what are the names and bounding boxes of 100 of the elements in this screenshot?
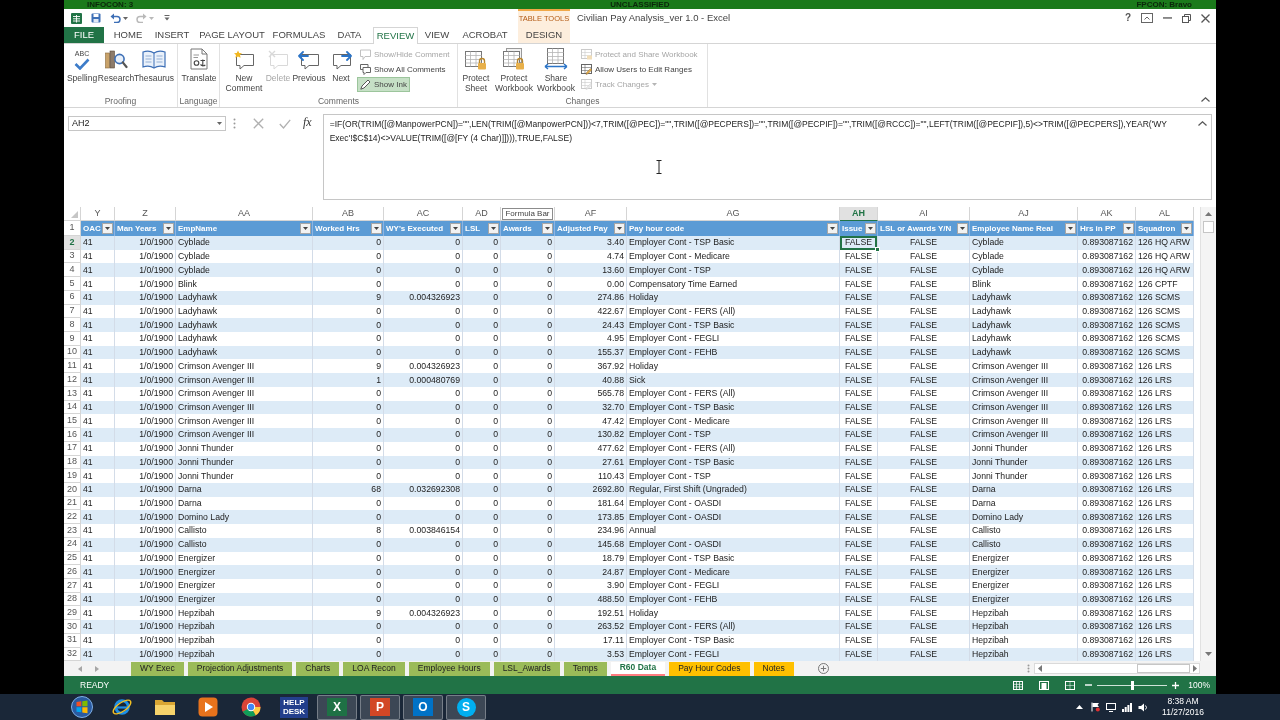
caret-down-icon[interactable] — [960, 227, 965, 230]
column-letter[interactable]: AD — [463, 207, 501, 221]
filter-button[interactable] — [102, 223, 113, 234]
ribbon-tab[interactable]: INSERT — [152, 27, 192, 43]
vertical-scrollbar[interactable] — [1200, 207, 1216, 661]
row-number[interactable]: 11 — [64, 359, 81, 374]
ribbon-button[interactable]: Protect Workbook — [493, 44, 535, 94]
column-letter[interactable]: AJ — [970, 207, 1078, 221]
column-letter[interactable]: AI — [878, 207, 970, 221]
row-number[interactable]: 29 — [64, 606, 81, 621]
ribbon-button[interactable]: Research — [99, 44, 133, 94]
close-icon[interactable] — [1201, 13, 1210, 23]
sheet-lock-icon[interactable] — [464, 48, 488, 70]
caret-up-icon[interactable] — [1076, 705, 1084, 709]
splitter-dots-icon[interactable] — [1027, 664, 1030, 673]
row-number[interactable]: 12 — [64, 373, 81, 387]
insert-function-button[interactable]: fx — [303, 115, 312, 129]
filter-button[interactable] — [371, 223, 382, 234]
caret-down-icon[interactable] — [123, 16, 128, 20]
customize-toolbar-icon[interactable] — [164, 15, 170, 21]
row-number[interactable]: 15 — [64, 414, 81, 429]
scroll-up-icon[interactable] — [1205, 212, 1212, 216]
scroll-right-icon[interactable] — [1193, 665, 1197, 672]
row-number[interactable]: 5 — [64, 277, 81, 291]
sheet-tab[interactable]: Employee Hours — [408, 661, 490, 676]
filter-button[interactable] — [488, 223, 499, 234]
filter-button[interactable] — [163, 223, 174, 234]
spreadsheet-app-icon[interactable] — [71, 12, 82, 24]
scroll-left-icon[interactable] — [1038, 665, 1042, 672]
drag-handle-icon[interactable] — [233, 118, 236, 129]
ribbon-tab[interactable]: VIEW — [418, 27, 456, 43]
zoom-level[interactable]: 100% — [1188, 678, 1210, 692]
row-number[interactable]: 1 — [64, 221, 81, 236]
filter-button[interactable] — [450, 223, 461, 234]
caret-down-icon[interactable] — [1068, 227, 1073, 230]
speaker-icon[interactable] — [1138, 702, 1149, 712]
books-magnifier-icon[interactable] — [104, 48, 128, 70]
four-pane-orb-icon[interactable] — [71, 696, 93, 718]
caret-down-icon[interactable] — [1184, 227, 1189, 230]
enter-check-icon[interactable] — [279, 119, 291, 129]
row-number[interactable]: 16 — [64, 428, 81, 442]
row-number[interactable]: 30 — [64, 620, 81, 634]
sheet-tab[interactable]: Pay Hour Codes — [669, 661, 750, 676]
document-icon[interactable] — [189, 48, 209, 70]
expand-formula-bar-icon[interactable] — [1198, 121, 1207, 126]
save-icon[interactable] — [91, 13, 101, 23]
filter-button[interactable] — [1181, 223, 1192, 234]
column-letter[interactable]: AK — [1078, 207, 1136, 221]
caret-down-icon[interactable] — [105, 227, 110, 230]
notes-icon[interactable] — [360, 64, 371, 75]
ribbon-tab[interactable]: HOME — [104, 27, 152, 43]
scrollbar-thumb[interactable] — [1203, 221, 1214, 233]
taskbar-button[interactable]: P — [360, 694, 400, 720]
name-box[interactable]: AH2 — [68, 116, 226, 131]
sheets-lock-icon[interactable] — [502, 48, 526, 70]
caret-down-icon[interactable] — [166, 227, 171, 230]
row-number[interactable]: 9 — [64, 332, 81, 346]
orbit-ring-icon[interactable] — [111, 696, 133, 718]
caret-down-icon[interactable] — [374, 227, 379, 230]
sheet-pencil-icon[interactable] — [581, 64, 592, 75]
ribbon-button[interactable]: Protect Sheet — [459, 44, 493, 94]
taskbar-button[interactable]: O — [403, 694, 443, 720]
play-icon[interactable] — [198, 697, 218, 717]
sheet-tab[interactable]: LSL_Awards — [493, 661, 560, 676]
sheet-tab[interactable]: LOA Recon — [343, 661, 405, 676]
restore-icon[interactable] — [1182, 13, 1191, 23]
zoom-in-icon[interactable] — [1172, 681, 1180, 689]
row-number[interactable]: 8 — [64, 318, 81, 333]
filter-button[interactable] — [542, 223, 553, 234]
column-letter[interactable]: AC — [384, 207, 463, 221]
grid-view-icon[interactable] — [1013, 680, 1024, 690]
formula-field[interactable]: =IF(OR(TRIM([@ManpowerPCN])="",LEN(TRIM([@ManpowerPCN]))<7,TRIM([@PEC])="",TRIM([@PECPERS])="",TRIM([@PECPIF])="",TRIM([@RCCC])="",LEFT(TRIM([@PECPIF]),5)<>TRIM([@PECPERS]),YEAR('WY Exec'!$C$14)<>VALUE(TRIM([@[FY (4 Char)]]))),TRUE,FALSE) — [322, 114, 1212, 200]
zoom-slider[interactable] — [1097, 680, 1168, 690]
horizontal-scrollbar[interactable] — [1034, 663, 1200, 674]
caret-down-icon[interactable] — [617, 227, 622, 230]
help-button[interactable]: ? — [1124, 12, 1131, 24]
ribbon-button[interactable]: Allow Users to Edit Ranges — [578, 62, 695, 77]
row-number[interactable]: 23 — [64, 524, 81, 538]
ribbon-button[interactable]: Share Workbook — [535, 44, 577, 94]
ribbon-button[interactable]: Previous — [292, 44, 326, 94]
undo-icon[interactable] — [110, 13, 121, 23]
ribbon-tab[interactable]: PAGE LAYOUT — [192, 27, 272, 43]
sheet-tab[interactable]: WY Exec — [131, 661, 184, 676]
sheet-tab[interactable]: Projection Adjustments — [187, 661, 293, 676]
ribbon-tab[interactable]: ACROBAT — [456, 27, 514, 43]
caret-down-icon[interactable] — [830, 227, 835, 230]
monitor-icon[interactable] — [1106, 702, 1117, 712]
collapse-ribbon-icon[interactable] — [1201, 97, 1210, 102]
sheet-tab[interactable]: Charts — [296, 661, 340, 676]
sheet-tab[interactable]: Notes — [753, 661, 794, 676]
flag-icon[interactable] — [1091, 702, 1101, 712]
filter-button[interactable] — [827, 223, 838, 234]
scroll-down-icon[interactable] — [1205, 652, 1212, 656]
add-sheet-icon[interactable] — [817, 663, 829, 674]
filter-button[interactable] — [865, 223, 876, 234]
caret-down-icon[interactable] — [217, 122, 222, 125]
ribbon-button[interactable]: New Comment — [224, 44, 264, 94]
sheet-tab[interactable]: R60 Data — [610, 661, 666, 676]
segmented-circle-icon[interactable] — [241, 697, 261, 717]
ribbon-tab[interactable]: DESIGN — [518, 27, 570, 43]
